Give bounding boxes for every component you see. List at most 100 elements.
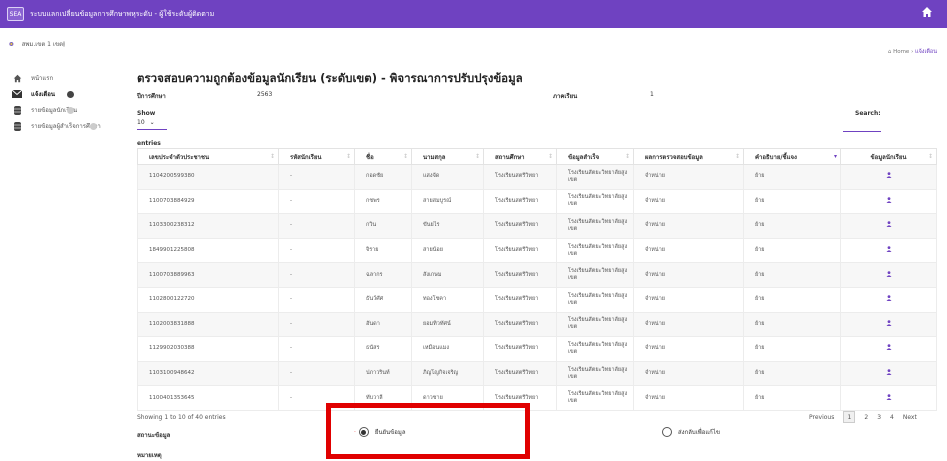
- sidebar: สพม.เขต 1 เขต หน้าแรก แจ้งเตือน รายข้อมู…: [0, 28, 103, 461]
- page-button-2[interactable]: 2: [864, 414, 868, 421]
- radio-return-for-edit[interactable]: ส่งกลับเพื่อแก้ไข: [662, 427, 720, 437]
- table-cell: ธันว์ศัศ: [354, 286, 412, 313]
- table-cell: กอดชัย: [354, 164, 412, 190]
- sidebar-item-notifications[interactable]: แจ้งเตือน: [0, 86, 103, 102]
- sidebar-item-label: หน้าแรก: [31, 75, 54, 82]
- table-cell: 1100703889963: [137, 262, 279, 288]
- table-cell: 1102800122720: [137, 286, 279, 313]
- sort-icon: ↕: [345, 153, 351, 160]
- table-cell: ย้าย: [743, 188, 841, 215]
- sort-icon: ↕: [547, 153, 553, 160]
- table-cell: -: [278, 213, 355, 239]
- column-header-citizen-id[interactable]: เลขประจำตัวประชาชน ↕: [137, 148, 279, 165]
- table-cell: 1849901225808: [137, 237, 279, 264]
- user-icon[interactable]: [886, 172, 892, 179]
- table-cell: สังเกษม: [411, 262, 484, 288]
- column-header-student-info[interactable]: ข้อมูลนักเรียน ↕: [840, 148, 937, 165]
- table-cell: โรงเรียนสัตยะวิทยาลัยสูงเขต: [556, 286, 634, 313]
- table-cell: ย้าย: [743, 336, 841, 362]
- page-title: ตรวจสอบความถูกต้องข้อมูลนักเรียน (ระดับเ…: [137, 71, 523, 85]
- table-cell-action: [840, 336, 937, 362]
- table-cell: โรงเรียนสตรีวิทยา: [483, 164, 557, 190]
- column-header-last-name[interactable]: นามสกุล ↕: [411, 148, 484, 165]
- user-icon[interactable]: [886, 197, 892, 203]
- table-cell: จำหน่าย: [633, 213, 744, 239]
- user-icon[interactable]: [886, 270, 892, 277]
- user-icon[interactable]: [886, 393, 892, 400]
- column-header-first-name[interactable]: ชื่อ ↕: [354, 148, 412, 165]
- column-header-check-result[interactable]: ผลการตรวจสอบข้อมูล ↕: [633, 148, 744, 165]
- home-icon[interactable]: ⌂: [888, 49, 892, 55]
- table-cell: ย้าย: [743, 213, 841, 239]
- table-cell: ย้าย: [743, 360, 841, 387]
- user-icon[interactable]: [886, 344, 892, 351]
- user-icon[interactable]: [886, 369, 892, 376]
- table-cell: จำหน่าย: [633, 311, 744, 338]
- home-icon[interactable]: [921, 6, 933, 18]
- sort-desc-icon: ▾: [833, 153, 837, 160]
- table-row: 1104200599380- กอดชัย แสงจัด โรงเรียนสตรีวิ…: [137, 164, 937, 190]
- sidebar-item-students[interactable]: รายข้อมูลนักเรียน: [0, 102, 103, 118]
- table-cell: จำหน่าย: [633, 188, 744, 215]
- table-cell-action: [840, 311, 937, 338]
- table-cell: -: [278, 286, 355, 313]
- sort-icon: ↕: [734, 153, 740, 160]
- expand-indicator: [67, 107, 74, 114]
- user-icon[interactable]: [886, 246, 892, 253]
- user-icon[interactable]: [886, 295, 892, 302]
- column-header-result-data[interactable]: ข้อมูลสำเร็จ ↕: [556, 148, 634, 165]
- database-icon: [12, 121, 22, 131]
- table-cell: โรงเรียนสัตยะวิทยาลัยสูงเขต: [556, 188, 634, 215]
- column-header-explanation[interactable]: คำอธิบาย/ชี้แจง ▾: [743, 148, 841, 165]
- table-cell: จำหน่าย: [633, 262, 744, 288]
- table-cell-action: [840, 188, 937, 215]
- radio-unselected-icon[interactable]: [662, 427, 672, 437]
- table-row: 1100703884929- กชพร สายสมบูรณ์ โรงเรียนสตรี…: [137, 188, 937, 215]
- note-label: หมายเหตุ: [137, 452, 162, 459]
- sidebar-item-graduates[interactable]: รายข้อมูลผู้สำเร็จการศึกษา: [0, 118, 103, 134]
- page-button-1[interactable]: 1: [843, 411, 856, 423]
- table-cell: โรงเรียนสัตยะวิทยาลัยสูงเขต: [556, 336, 634, 362]
- column-header-student-code[interactable]: รหัสนักเรียน ↕: [278, 148, 355, 165]
- table-cell: จำหน่าย: [633, 286, 744, 313]
- table-cell: ย้าย: [743, 385, 841, 411]
- highlight-annotation-box: [326, 403, 530, 459]
- next-button[interactable]: Next: [903, 414, 917, 421]
- table-cell: 1100703884929: [137, 188, 279, 215]
- table-cell: โรงเรียนสตรีวิทยา: [483, 336, 557, 362]
- table-cell-action: [840, 262, 937, 288]
- table-cell: ย้าย: [743, 311, 841, 338]
- sort-icon: ↕: [402, 153, 408, 160]
- table-cell-action: [840, 213, 937, 239]
- page-button-3[interactable]: 3: [877, 414, 881, 421]
- home-icon: [12, 74, 22, 83]
- sort-icon: ↕: [269, 153, 275, 160]
- sidebar-item-home[interactable]: หน้าแรก: [0, 70, 103, 86]
- table-cell: ธนัสร: [354, 336, 412, 362]
- page-button-4[interactable]: 4: [890, 414, 894, 421]
- search-input[interactable]: [843, 121, 881, 132]
- envelope-icon: [12, 90, 22, 99]
- table-cell: กวิน: [354, 213, 412, 239]
- search-label: Search:: [855, 110, 881, 117]
- previous-button[interactable]: Previous: [809, 414, 834, 421]
- app-logo[interactable]: SEA: [7, 7, 24, 21]
- user-icon[interactable]: [886, 320, 892, 326]
- column-header-school[interactable]: สถานศึกษา ↕: [483, 148, 557, 165]
- table-cell: 1103100948642: [137, 360, 279, 387]
- table-row: 1100401353645- ทับวาลี ดาวชาย โรงเรียนสตรีว…: [137, 385, 937, 411]
- table-cell: จำหน่าย: [633, 336, 744, 362]
- table-cell: -: [278, 336, 355, 362]
- page-length-select[interactable]: 10 ⌄: [137, 119, 167, 130]
- online-status-dot: [62, 41, 65, 47]
- pagination: Previous 1 2 3 4 Next: [809, 411, 917, 423]
- user-icon[interactable]: [886, 221, 892, 228]
- table-row: 1100703889963- ฉลากร สังเกษม โรงเรียนสตรีวิ…: [137, 262, 937, 288]
- table-cell: เหมือนแมง: [411, 336, 484, 362]
- table-cell: โรงเรียนสัตยะวิทยาลัยสูงเขต: [556, 262, 634, 288]
- sort-icon: ↕: [474, 153, 480, 160]
- table-row: 1102800122720- ธันว์ศัศ ทองโชคา โรงเรียนสตร…: [137, 286, 937, 313]
- user-panel: สพม.เขต 1 เขต: [0, 28, 103, 60]
- breadcrumb-home[interactable]: Home: [893, 49, 909, 55]
- year-value: 2563: [257, 91, 273, 98]
